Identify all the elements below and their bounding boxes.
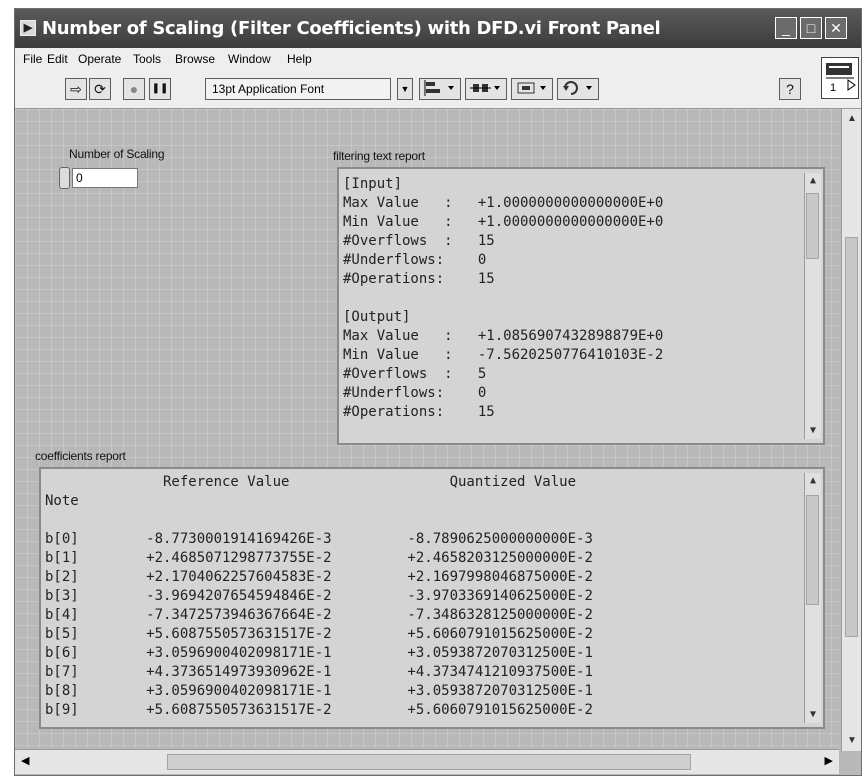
close-button[interactable]: ✕ [825, 17, 847, 39]
report-line: Reference Value Quantized Value [45, 474, 577, 490]
reorder-button[interactable] [557, 78, 599, 100]
scroll-thumb[interactable] [806, 193, 819, 259]
resize-objects-icon [517, 82, 546, 94]
report-line: #Underflows: 0 [343, 252, 487, 268]
coefficients-vertical-scrollbar[interactable]: ▲ ▼ [804, 473, 821, 723]
scroll-thumb[interactable] [167, 754, 691, 770]
run-continuously-button[interactable]: ⟳ [89, 78, 111, 100]
menu-edit[interactable]: Edit [47, 52, 68, 66]
window-horizontal-scrollbar[interactable]: ◀ ▶ [15, 749, 839, 774]
scroll-down-icon[interactable]: ▼ [805, 707, 821, 723]
menu-tools[interactable]: Tools [133, 52, 161, 66]
toolbar: ⇨ ⟳ ● ❚❚ 13pt Application Font ▼ ? [15, 70, 861, 109]
run-button[interactable]: ⇨ [65, 78, 87, 100]
filtering-report-label: filtering text report [333, 149, 425, 163]
maximize-button[interactable]: □ [800, 17, 822, 39]
coefficients-report[interactable]: Reference Value Quantized Value Note b[0… [39, 467, 825, 729]
vi-connector-pane-icon [826, 63, 856, 91]
scroll-down-icon[interactable]: ▼ [844, 733, 860, 749]
menu-help[interactable]: Help [287, 52, 312, 66]
font-dropdown-arrow-icon[interactable]: ▼ [397, 78, 413, 100]
report-line: Max Value : +1.0856907432898879E+0 [343, 328, 664, 344]
abort-button[interactable]: ● [123, 78, 145, 100]
increment-decrement-spinner[interactable] [59, 167, 70, 189]
front-panel: Number of Scaling 0 filtering text repor… [15, 109, 839, 747]
filtering-text-report[interactable]: [Input] Max Value : +1.0000000000000000E… [337, 167, 825, 445]
report-line: #Overflows : 15 [343, 233, 495, 249]
report-line: #Operations: 15 [343, 404, 495, 420]
vi-icon[interactable]: 1 [821, 57, 859, 99]
scroll-up-icon[interactable]: ▲ [805, 473, 821, 489]
distribute-objects-button[interactable] [465, 78, 507, 100]
scroll-down-icon[interactable]: ▼ [805, 423, 821, 439]
report-line: b[1] +2.4685071298773755E-2 +2.465820312… [45, 550, 593, 566]
labview-run-icon: ▶ [20, 20, 36, 36]
context-help-button[interactable]: ? [779, 78, 801, 100]
report-line: b[2] +2.1704062257604583E-2 +2.169799804… [45, 569, 593, 585]
window-title: Number of Scaling (Filter Coefficients) … [42, 18, 661, 39]
resize-objects-button[interactable] [511, 78, 553, 100]
number-of-scaling-label: Number of Scaling [69, 147, 165, 161]
coefficients-report-label: coefficients report [35, 449, 126, 463]
title-bar[interactable]: ▶ Number of Scaling (Filter Coefficients… [15, 9, 861, 48]
report-line: #Operations: 15 [343, 271, 495, 287]
report-line: #Underflows: 0 [343, 385, 487, 401]
menu-bar: File Edit Operate Tools Browse Window He… [15, 48, 861, 70]
labview-front-panel-window: ▶ Number of Scaling (Filter Coefficients… [14, 8, 862, 776]
report-line: b[0] -8.7730001914169426E-3 -8.789062500… [45, 531, 593, 547]
align-objects-icon [424, 80, 454, 96]
report-line: b[4] -7.3472573946367664E-2 -7.348632812… [45, 607, 593, 623]
report-line: Min Value : +1.0000000000000000E+0 [343, 214, 664, 230]
report-line: b[3] -3.9694207654594846E-2 -3.970336914… [45, 588, 593, 604]
align-objects-button[interactable] [419, 78, 461, 100]
report-line: b[5] +5.6087550573631517E-2 +5.606079101… [45, 626, 593, 642]
scroll-thumb[interactable] [845, 237, 858, 637]
reorder-icon [563, 81, 592, 95]
scroll-right-icon[interactable]: ▶ [825, 754, 833, 767]
scroll-up-icon[interactable]: ▲ [844, 111, 860, 127]
pause-button[interactable]: ❚❚ [149, 78, 171, 100]
font-selector[interactable]: 13pt Application Font [205, 78, 391, 100]
report-line: [Input] [343, 176, 403, 192]
menu-file[interactable]: File [23, 52, 42, 66]
minimize-button[interactable]: _ [775, 17, 797, 39]
menu-operate[interactable]: Operate [78, 52, 121, 66]
report-line: b[7] +4.3736514973930962E-1 +4.373474121… [45, 664, 593, 680]
report-line: [Output] [343, 309, 411, 325]
report-line: b[8] +3.0596900402098171E-1 +3.059387207… [45, 683, 593, 699]
vi-icon-number: 1 [830, 82, 837, 94]
report-line: #Overflows : 5 [343, 366, 487, 382]
report-line: b[9] +5.6087550573631517E-2 +5.606079101… [45, 702, 593, 718]
distribute-objects-icon [470, 84, 500, 92]
scroll-left-icon[interactable]: ◀ [21, 754, 29, 767]
scroll-up-icon[interactable]: ▲ [805, 173, 821, 189]
menu-window[interactable]: Window [228, 52, 271, 66]
scroll-thumb[interactable] [806, 495, 819, 605]
window-vertical-scrollbar[interactable]: ▲ ▼ [841, 109, 861, 751]
report-line: b[6] +3.0596900402098171E-1 +3.059387207… [45, 645, 593, 661]
number-of-scaling-input[interactable]: 0 [72, 168, 138, 188]
filtering-vertical-scrollbar[interactable]: ▲ ▼ [804, 173, 821, 439]
menu-browse[interactable]: Browse [175, 52, 215, 66]
report-line: Min Value : -7.5620250776410103E-2 [343, 347, 664, 363]
report-line: Max Value : +1.0000000000000000E+0 [343, 195, 664, 211]
report-line: Note [45, 493, 79, 509]
